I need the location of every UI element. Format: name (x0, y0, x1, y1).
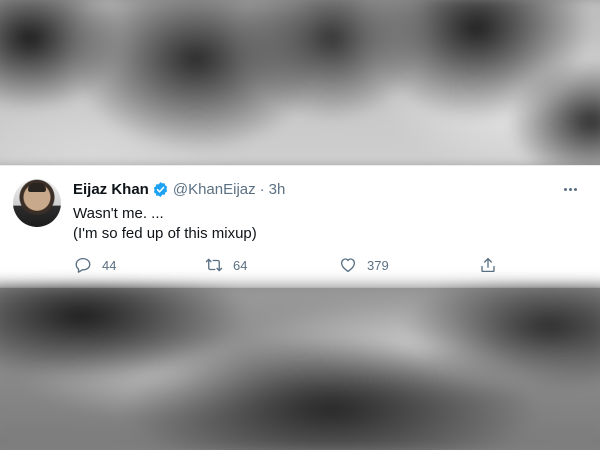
reply-button[interactable]: 44 (74, 255, 116, 275)
verified-badge-icon (153, 181, 168, 197)
reply-count: 44 (102, 257, 117, 273)
blurred-background-bottom (0, 284, 600, 450)
tweet-text-line: (I'm so fed up of this mixup) (73, 225, 257, 242)
like-icon (340, 258, 356, 273)
retweet-button[interactable]: 64 (205, 255, 247, 275)
avatar[interactable] (13, 179, 61, 227)
blurred-background-top (0, 0, 600, 169)
share-button[interactable] (479, 255, 497, 275)
like-count: 379 (367, 257, 389, 273)
tweet-timestamp[interactable]: 3h (269, 181, 286, 198)
tweet-header: Eijaz Khan @KhanEijaz · 3h (73, 179, 285, 199)
separator-dot: · (259, 180, 265, 198)
more-dot (568, 187, 572, 191)
more-dot (563, 187, 567, 191)
like-button[interactable]: 379 (339, 255, 389, 275)
retweet-icon (205, 258, 223, 272)
share-icon (481, 257, 495, 273)
tweet-text-line: Wasn't me. ... (73, 205, 164, 222)
more-dot (573, 187, 577, 191)
author-name[interactable]: Eijaz Khan (73, 181, 149, 198)
retweet-count: 64 (233, 257, 248, 273)
author-handle[interactable]: @KhanEijaz (173, 181, 256, 198)
more-options-icon[interactable] (560, 179, 580, 199)
reply-icon (75, 257, 91, 273)
